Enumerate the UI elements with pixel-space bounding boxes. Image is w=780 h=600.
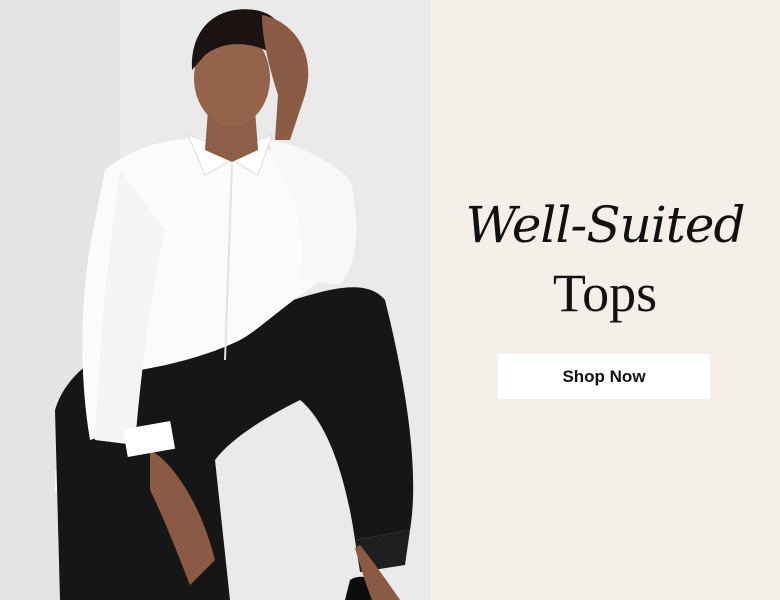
promo-copy-panel: Well-Suited Tops Shop Now: [430, 0, 780, 600]
headline-line-2: Tops: [552, 263, 658, 323]
promo-banner[interactable]: Well-Suited Tops Shop Now: [0, 0, 780, 600]
headline-line-1: Well-Suited: [465, 196, 746, 254]
model-illustration: [0, 0, 430, 600]
shop-now-button[interactable]: Shop Now: [498, 354, 710, 399]
model-photo: [0, 0, 430, 600]
